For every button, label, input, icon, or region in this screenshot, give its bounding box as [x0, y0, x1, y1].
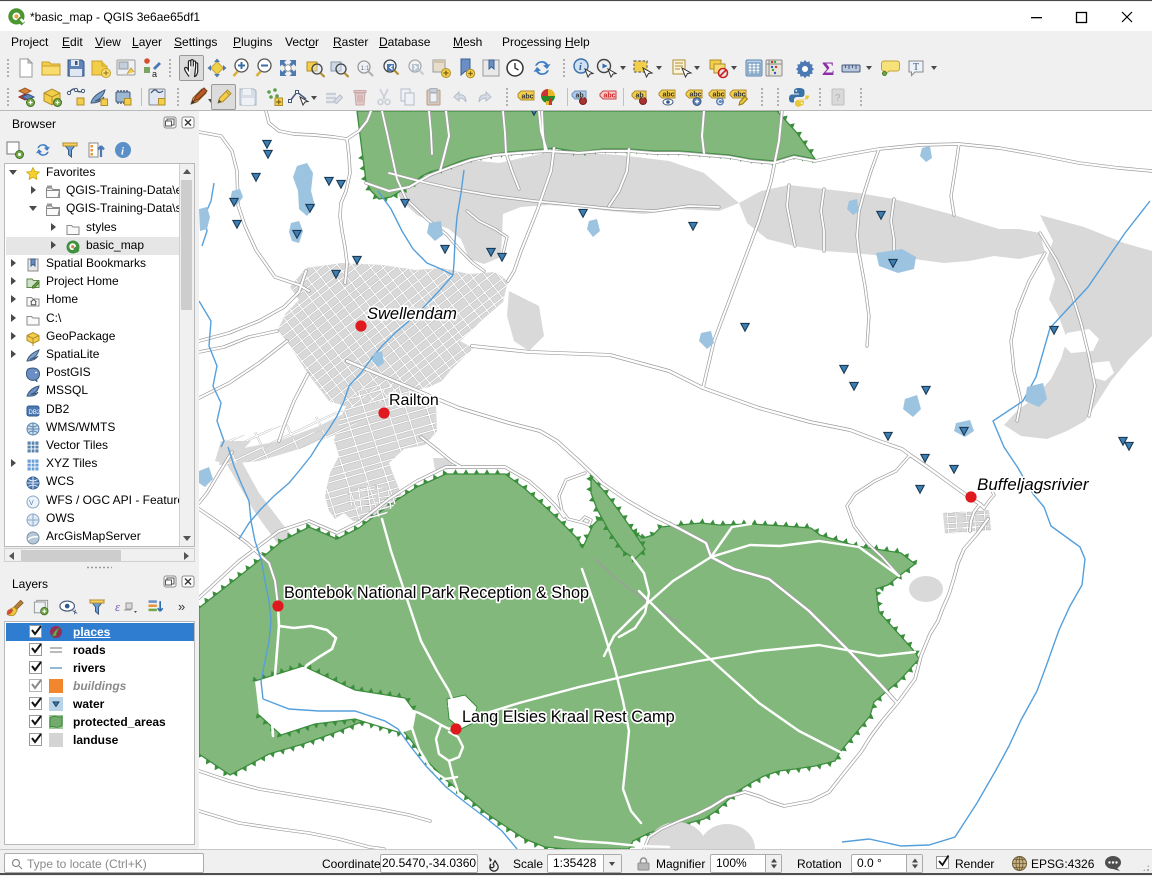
svg-text:Swellendam: Swellendam [367, 305, 457, 323]
svg-text:Σ: Σ [822, 59, 834, 80]
svg-text:Railton: Railton [389, 392, 439, 409]
svg-text:abc: abc [522, 94, 534, 101]
svg-text:abc: abc [604, 93, 616, 100]
svg-text:Buffeljagsrivier: Buffeljagsrivier [977, 475, 1090, 494]
svg-text:i: i [579, 62, 582, 73]
svg-text:?: ? [835, 93, 841, 104]
svg-text:Bontebok National Park Recepti: Bontebok National Park Reception & Shop [284, 584, 589, 602]
svg-text:Lang Elsies Kraal Rest Camp: Lang Elsies Kraal Rest Camp [462, 708, 675, 726]
svg-text:abc: abc [663, 92, 675, 99]
svg-text:V: V [29, 500, 34, 507]
svg-text:T: T [913, 62, 919, 73]
svg-text:1:1: 1:1 [361, 65, 370, 72]
svg-text:a: a [152, 69, 157, 79]
svg-text:abc: abc [713, 92, 725, 99]
svg-text:ε: ε [115, 599, 121, 614]
svg-text:DB2: DB2 [29, 410, 41, 416]
